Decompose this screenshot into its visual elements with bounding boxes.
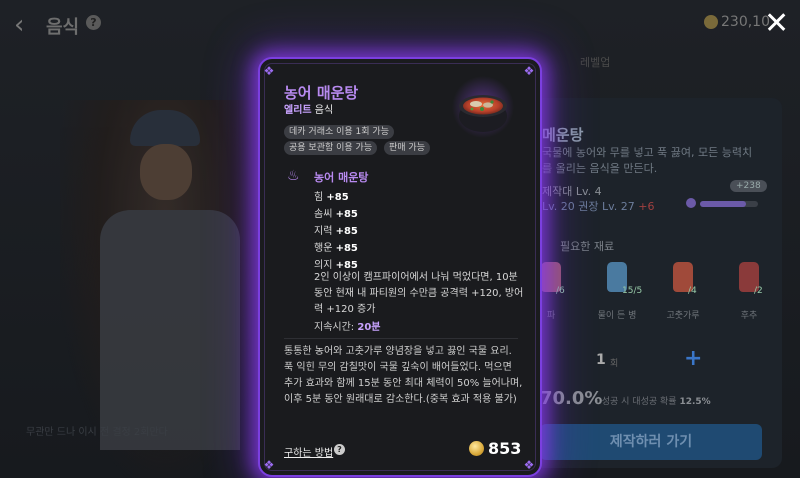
stat-line: 행운 +85 bbox=[314, 243, 358, 254]
background-note: 무관만 드나 이시 전 결정 2회만다 bbox=[26, 427, 168, 438]
stat-line: 의지 +85 bbox=[314, 260, 358, 271]
item-name: 농어 매운탕 bbox=[284, 84, 359, 102]
back-arrow-icon[interactable]: ‹ bbox=[14, 10, 24, 40]
go-craft-button[interactable]: 제작하러 가기 bbox=[540, 424, 762, 460]
material-name: 물이 든 병 bbox=[597, 311, 637, 321]
xp-gain-badge: +238 bbox=[730, 180, 767, 192]
material-count: 15/5 bbox=[622, 286, 643, 296]
item-tag: 공용 보관함 이용 가능 bbox=[284, 141, 378, 155]
material-count: /2 bbox=[754, 286, 763, 296]
effect-title: 농어 매운탕 bbox=[314, 171, 369, 184]
material-slot[interactable]: /2 후추 bbox=[724, 262, 774, 321]
quantity-stepper[interactable] bbox=[540, 340, 762, 380]
divider bbox=[284, 338, 518, 339]
stew-bowl-icon bbox=[452, 76, 514, 138]
coin-icon bbox=[704, 15, 718, 29]
level-requirement: Lv. 20 권장 Lv. 27 +6 bbox=[542, 200, 655, 213]
flavor-text: 통통한 농어와 고춧가루 양념장을 넣고 끓인 국물 요리. 푹 익힌 무의 감… bbox=[284, 346, 523, 405]
food-buff-icon: ♨ bbox=[287, 168, 300, 184]
corner-ornament-icon: ❖ bbox=[263, 64, 275, 78]
quantity-value: 1 bbox=[596, 352, 606, 368]
required-materials-label: 필요한 재료 bbox=[560, 240, 615, 253]
workbench-level: 제작대 Lv. 4 bbox=[542, 185, 602, 198]
close-icon[interactable]: ✕ bbox=[764, 6, 789, 41]
craft-description: 국물에 농어와 무를 넣고 푹 끓여, 모든 능력치를 올리는 음식을 만든다. bbox=[542, 146, 753, 175]
page-title: 음식 bbox=[46, 17, 80, 38]
coin-balance: 230,10 bbox=[721, 14, 770, 30]
great-success-rate: · 성공 시 대성공 확률 12.5% bbox=[596, 397, 711, 407]
quantity-unit: 회 bbox=[610, 359, 619, 369]
corner-ornament-icon: ❖ bbox=[523, 64, 535, 78]
craft-item-name: 메운탕 bbox=[542, 126, 584, 144]
gold-coin-icon bbox=[469, 441, 484, 456]
stat-line: 지력 +85 bbox=[314, 226, 358, 237]
help-icon[interactable]: ? bbox=[86, 15, 101, 30]
help-icon[interactable]: ? bbox=[334, 444, 345, 455]
material-count: /6 bbox=[556, 286, 565, 296]
corner-ornament-icon: ❖ bbox=[263, 458, 275, 472]
success-rate: 70.0% bbox=[540, 388, 603, 409]
material-name: 고춧가루 bbox=[666, 311, 700, 321]
background-tab: 레벨업 bbox=[580, 56, 611, 69]
material-count: /4 bbox=[688, 286, 697, 296]
item-tag: 데카 거래소 이용 1회 가능 bbox=[284, 125, 394, 139]
stat-line: 솜씨 +85 bbox=[314, 209, 358, 220]
material-slot[interactable]: /4 고춧가루 bbox=[658, 262, 708, 321]
plus-icon[interactable]: + bbox=[684, 346, 702, 371]
character-portrait bbox=[60, 100, 270, 478]
top-bar: ‹ 음식 ? 230,10 ✕ bbox=[0, 0, 800, 48]
material-slot[interactable]: 15/5 물이 든 병 bbox=[592, 262, 642, 321]
effect-description: 2인 이상이 캠프파이어에서 나눠 먹었다면, 10분 동안 현재 내 파티원의… bbox=[314, 272, 524, 315]
item-tag: 판매 가능 bbox=[384, 141, 430, 155]
corner-ornament-icon: ❖ bbox=[523, 458, 535, 472]
item-price: 853 bbox=[488, 439, 522, 458]
xp-progress-bar bbox=[700, 201, 758, 207]
stat-line: 힘 +85 bbox=[314, 192, 349, 203]
xp-icon bbox=[686, 198, 696, 208]
effect-duration: 지속시간: 20분 bbox=[314, 322, 381, 333]
item-grade: 엘리트 음식 bbox=[284, 105, 334, 116]
how-to-get-link[interactable]: 구하는 방법 bbox=[284, 444, 333, 459]
material-name: 후추 bbox=[740, 311, 758, 321]
